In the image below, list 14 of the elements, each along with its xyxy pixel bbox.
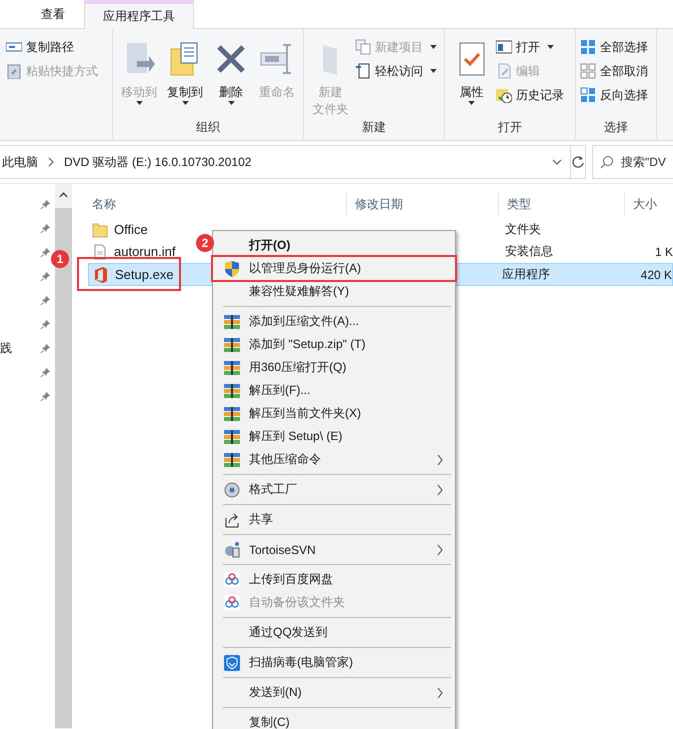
file-name: Setup.exe	[115, 267, 174, 282]
group-label: 打开	[497, 119, 523, 136]
step-badge: 2	[196, 234, 214, 252]
file-type: 文件夹	[505, 222, 541, 236]
file-type: 应用程序	[502, 267, 550, 281]
group-label: 选择	[603, 119, 629, 136]
step-badge: 1	[51, 250, 69, 268]
group-label: 新建	[361, 119, 387, 136]
file-name: Office	[114, 222, 148, 237]
file-size: 1 K	[654, 244, 673, 258]
file-name: autorun.inf	[114, 244, 176, 259]
group-label: 组织	[195, 119, 221, 136]
file-size: 420 K	[640, 268, 672, 282]
file-type: 安装信息	[505, 244, 553, 258]
